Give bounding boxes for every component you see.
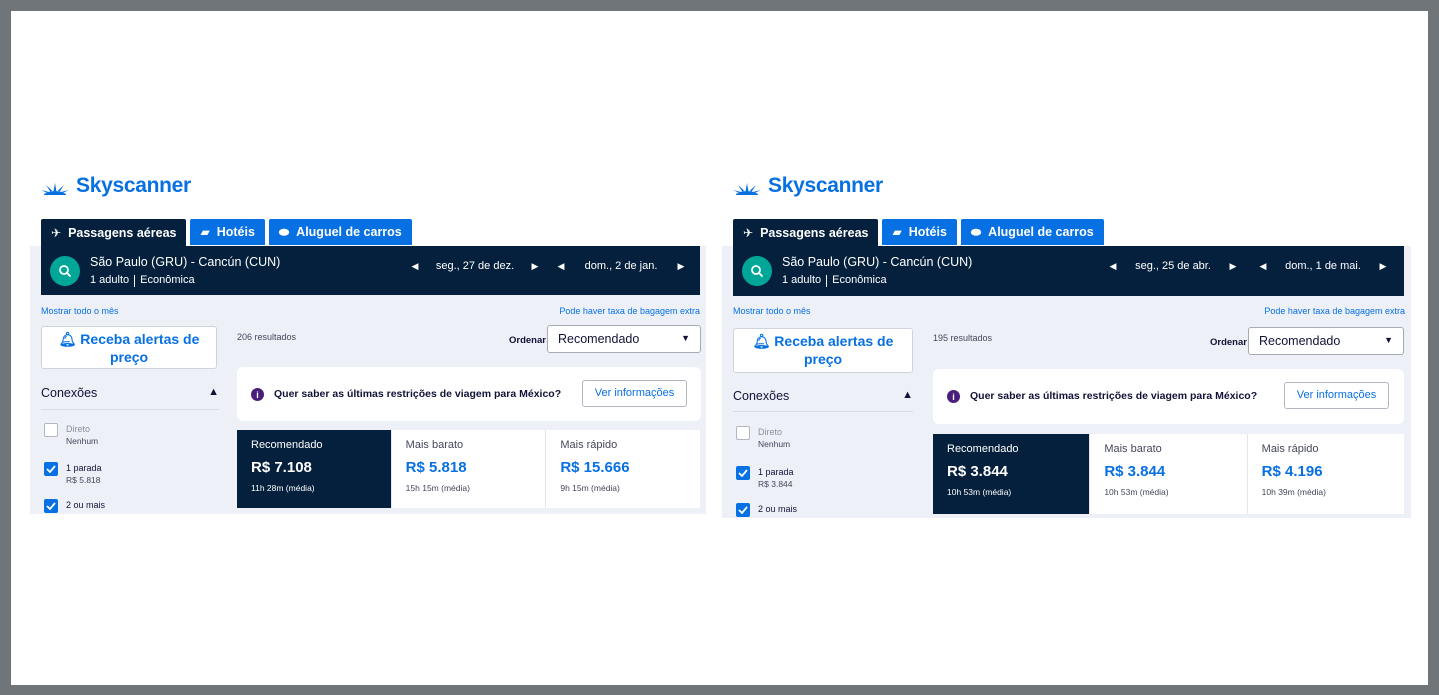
return-date-selector: ◀ dom., 1 de mai. ▶ <box>1252 260 1394 272</box>
show-month-link[interactable]: Mostrar todo o mês <box>733 306 811 316</box>
skyscanner-logo[interactable]: Skyscanner <box>732 174 883 198</box>
bell-icon: 🔔︎ <box>752 333 771 349</box>
brand-name: Skyscanner <box>768 174 883 197</box>
cabin-text: Econômica <box>140 274 195 286</box>
filter-one-stop[interactable]: 1 parada R$ 5.818 <box>44 462 102 486</box>
depart-date[interactable]: seg., 25 de abr. <box>1124 260 1222 272</box>
route-text: São Paulo (GRU) - Cancún (CUN) <box>782 255 973 269</box>
restrictions-text: Quer saber as últimas restrições de viag… <box>274 388 562 400</box>
see-info-button[interactable]: Ver informações <box>582 380 687 407</box>
travel-restrictions-card: i Quer saber as últimas restrições de vi… <box>933 369 1404 424</box>
product-tabs: ✈ Passagens aéreas ▰ Hotéis ⬬ Aluguel de… <box>41 219 412 246</box>
chevron-up-icon[interactable]: ▲ <box>902 389 913 401</box>
sunrise-logo-icon <box>41 183 69 195</box>
car-icon: ⬬ <box>970 225 982 239</box>
next-return-date-icon[interactable]: ▶ <box>670 261 692 272</box>
next-return-date-icon[interactable]: ▶ <box>1372 261 1394 272</box>
sort-select[interactable]: Recomendado ▼ <box>547 325 701 353</box>
next-depart-date-icon[interactable]: ▶ <box>524 261 546 272</box>
tab-flights[interactable]: ✈ Passagens aéreas <box>41 219 187 246</box>
see-info-button[interactable]: Ver informações <box>1284 382 1389 409</box>
brand-name: Skyscanner <box>76 174 191 197</box>
caret-down-icon: ▼ <box>681 333 690 343</box>
plane-icon: ✈ <box>51 225 62 240</box>
depart-date[interactable]: seg., 27 de dez. <box>426 260 524 272</box>
sort-select[interactable]: Recomendado ▼ <box>1248 327 1404 355</box>
search-icon[interactable] <box>50 256 80 286</box>
checkbox-direct[interactable] <box>736 426 750 440</box>
sort-cards: Recomendado R$ 7.108 11h 28m (média) Mai… <box>237 430 700 508</box>
results-count: 195 resultados <box>933 333 993 343</box>
baggage-fee-link[interactable]: Pode haver taxa de bagagem extra <box>559 306 700 316</box>
sort-card-fastest[interactable]: Mais rápido R$ 4.196 10h 39m (média) <box>1248 434 1404 514</box>
checkbox-two-plus[interactable] <box>736 503 750 517</box>
checkbox-two-plus[interactable] <box>44 499 58 513</box>
search-summary-bar[interactable]: São Paulo (GRU) - Cancún (CUN) 1 adulto … <box>733 246 1404 296</box>
tab-car-rental[interactable]: ⬬ Aluguel de carros <box>268 219 412 245</box>
filter-one-stop[interactable]: 1 parada R$ 3.844 <box>736 466 794 490</box>
info-icon: i <box>251 388 264 401</box>
next-depart-date-icon[interactable]: ▶ <box>1222 261 1244 272</box>
sort-card-recommended[interactable]: Recomendado R$ 7.108 11h 28m (média) <box>237 430 392 508</box>
plane-icon: ✈ <box>743 225 754 240</box>
stops-filter-header[interactable]: Conexões ▲ <box>41 386 219 400</box>
checkbox-one-stop[interactable] <box>736 466 750 480</box>
tab-hotels[interactable]: ▰ Hotéis <box>190 219 265 245</box>
stops-filter-header[interactable]: Conexões ▲ <box>733 389 913 403</box>
depart-date-selector: ◀ seg., 27 de dez. ▶ <box>404 260 546 272</box>
skyscanner-logo[interactable]: Skyscanner <box>40 174 191 198</box>
car-icon: ⬬ <box>278 225 290 239</box>
results-count: 206 resultados <box>237 332 297 342</box>
filter-direct[interactable]: Direto Nenhum <box>736 426 790 450</box>
travel-restrictions-card: i Quer saber as últimas restrições de vi… <box>237 367 701 421</box>
return-date-selector: ◀ dom., 2 de jan. ▶ <box>550 260 692 272</box>
prev-return-date-icon[interactable]: ◀ <box>1252 261 1274 272</box>
route-text: São Paulo (GRU) - Cancún (CUN) <box>90 255 281 269</box>
passengers-text: 1 adulto <box>782 274 822 286</box>
tab-flights[interactable]: ✈ Passagens aéreas <box>733 219 879 246</box>
sort-card-fastest[interactable]: Mais rápido R$ 15.666 9h 15m (média) <box>546 430 700 508</box>
return-date[interactable]: dom., 2 de jan. <box>572 260 670 272</box>
sunrise-logo-icon <box>733 183 761 195</box>
sort-card-recommended[interactable]: Recomendado R$ 3.844 10h 53m (média) <box>933 434 1091 514</box>
sort-card-cheapest[interactable]: Mais barato R$ 3.844 10h 53m (média) <box>1090 434 1248 514</box>
checkbox-one-stop[interactable] <box>44 462 58 476</box>
sort-label: Ordenar <box>1210 337 1247 348</box>
sort-label: Ordenar <box>509 335 546 346</box>
bell-icon: 🔔︎ <box>58 331 77 347</box>
search-summary-bar[interactable]: São Paulo (GRU) - Cancún (CUN) 1 adulto … <box>41 246 700 295</box>
show-month-link[interactable]: Mostrar todo o mês <box>41 306 119 316</box>
sort-cards: Recomendado R$ 3.844 10h 53m (média) Mai… <box>933 434 1404 514</box>
chevron-up-icon[interactable]: ▲ <box>208 386 219 398</box>
search-icon[interactable] <box>742 256 772 286</box>
filter-two-plus-stops[interactable]: 2 ou mais <box>736 503 797 517</box>
price-alert-button[interactable]: 🔔︎ Receba alertas de preço <box>41 326 217 369</box>
baggage-fee-link[interactable]: Pode haver taxa de bagagem extra <box>1264 306 1405 316</box>
filter-two-plus-stops[interactable]: 2 ou mais <box>44 499 105 513</box>
filter-direct[interactable]: Direto Nenhum <box>44 423 98 447</box>
skyscanner-panel-left: Skyscanner ✈ Passagens aéreas ▰ Hotéis ⬬… <box>30 166 706 514</box>
restrictions-text: Quer saber as últimas restrições de viag… <box>970 390 1258 402</box>
tab-hotels[interactable]: ▰ Hotéis <box>882 219 957 245</box>
bed-icon: ▰ <box>200 225 210 239</box>
prev-depart-date-icon[interactable]: ◀ <box>404 261 426 272</box>
caret-down-icon: ▼ <box>1384 335 1393 345</box>
traveller-summary: 1 adulto Econômica <box>90 274 195 287</box>
price-alert-button[interactable]: 🔔︎ Receba alertas de preço <box>733 328 913 373</box>
prev-return-date-icon[interactable]: ◀ <box>550 261 572 272</box>
info-icon: i <box>947 390 960 403</box>
tab-car-rental[interactable]: ⬬ Aluguel de carros <box>960 219 1104 245</box>
bed-icon: ▰ <box>892 225 902 239</box>
traveller-summary: 1 adulto Econômica <box>782 274 887 287</box>
prev-depart-date-icon[interactable]: ◀ <box>1102 261 1124 272</box>
depart-date-selector: ◀ seg., 25 de abr. ▶ <box>1102 260 1244 272</box>
passengers-text: 1 adulto <box>90 274 130 286</box>
cabin-text: Econômica <box>832 274 887 286</box>
return-date[interactable]: dom., 1 de mai. <box>1274 260 1372 272</box>
skyscanner-panel-right: Skyscanner ✈ Passagens aéreas ▰ Hotéis ⬬… <box>722 166 1411 518</box>
checkbox-direct[interactable] <box>44 423 58 437</box>
product-tabs: ✈ Passagens aéreas ▰ Hotéis ⬬ Aluguel de… <box>733 219 1104 246</box>
sort-card-cheapest[interactable]: Mais barato R$ 5.818 15h 15m (média) <box>392 430 547 508</box>
